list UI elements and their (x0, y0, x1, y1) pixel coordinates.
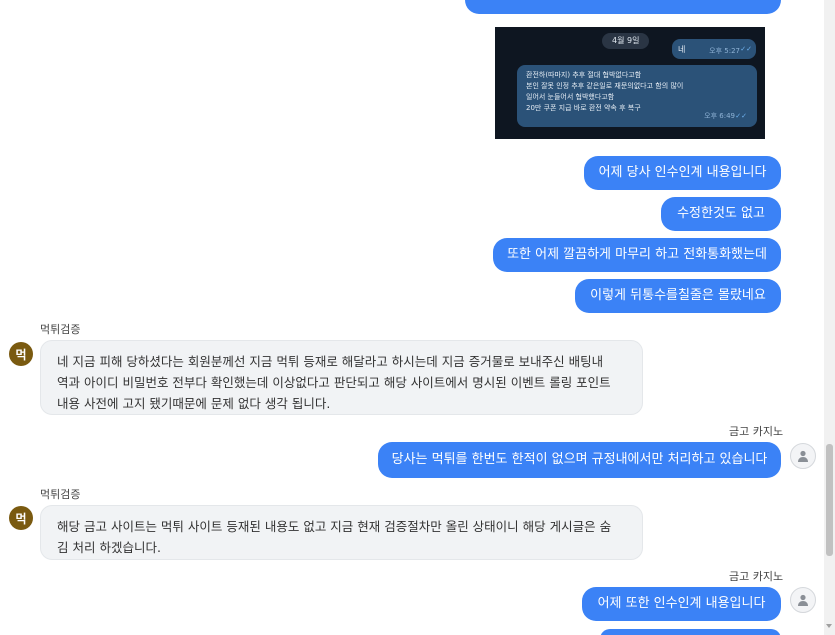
message-line: 역과 아이디 비밀번호 전부다 확인했는데 이상없다고 판단되고 해당 사이트에… (57, 375, 611, 390)
message-bubble-outgoing: 어제 당사 인수인계 내용입니다 (584, 156, 781, 190)
screenshot-message-2: 환전하(따마지) 추후 절대 협박없다고함 본인 잘못 인정 추후 같은일로 재… (517, 65, 757, 127)
double-check-icon: ✓✓ (740, 45, 752, 53)
screenshot-message-2-line: 본인 잘못 인정 추후 같은일로 재문의없다고 함의 많이 (526, 82, 684, 90)
avatar[interactable] (790, 443, 816, 469)
message-bubble-outgoing: 또한 어제 깔끔하게 마무리 하고 전화통화했는데 (493, 238, 781, 272)
double-check-icon: ✓✓ (735, 112, 747, 120)
message-bubble-outgoing: 어제 또한 인수인계 내용입니다 (582, 587, 781, 621)
sender-name: 금고 카지노 (729, 570, 784, 583)
message-bubble-outgoing: 수정한것도 없고 (661, 197, 781, 231)
message-bubble-incoming: 해당 금고 사이트는 먹튀 사이트 등재된 내용도 없고 지금 현재 검증절차만… (40, 505, 643, 560)
message-bubble-outgoing: 이렇게 뒤통수를칠줄은 몰랐네요 (575, 279, 781, 313)
screenshot-message-2-line: 일어서 눈들어서 협박했다고함 (526, 93, 615, 101)
screenshot-message-1: 네 오후 5:27 ✓✓ (672, 39, 756, 59)
screenshot-message-1-time: 오후 5:27 (709, 47, 740, 55)
message-bubble-incoming: 네 지금 피해 당하셨다는 회원분께선 지금 먹튀 등재로 해달라고 하시는데 … (40, 340, 643, 415)
screenshot-message-2-line: 환전하(따마지) 추후 절대 협박없다고함 (526, 71, 642, 79)
message-bubble-outgoing: 당사는 먹튀를 한번도 한적이 없으며 규정내에서만 처리하고 있습니다 (378, 442, 781, 478)
screenshot-date: 4월 9일 (602, 33, 650, 49)
message-bubble-partial (600, 629, 781, 635)
message-line: 내용 사전에 고지 됐기때문에 문제 없다 생각 됩니다. (57, 396, 331, 411)
message-line: 네 지금 피해 당하셨다는 회원분께선 지금 먹튀 등재로 해달라고 하시는데 … (57, 354, 604, 369)
scroll-down-arrow-icon[interactable] (826, 624, 832, 628)
avatar[interactable]: 먹 (9, 342, 33, 366)
user-icon (798, 594, 808, 606)
chat-area: 4월 9일 네 오후 5:27 ✓✓ 환전하(따마지) 추후 절대 협박없다고함… (0, 0, 835, 635)
avatar[interactable] (790, 587, 816, 613)
message-line: 김 처리 하겠습니다. (57, 540, 161, 555)
sender-name: 금고 카지노 (729, 425, 784, 438)
message-line: 해당 금고 사이트는 먹튀 사이트 등재된 내용도 없고 지금 현재 검증절차만… (57, 519, 612, 534)
sender-name: 먹튀검증 (40, 323, 81, 336)
screenshot-message-1-text: 네 (678, 45, 686, 54)
avatar[interactable]: 먹 (9, 506, 33, 530)
user-icon (798, 450, 808, 462)
screenshot-message-2-time: 오후 6:49 (704, 112, 735, 120)
scrollbar-thumb[interactable] (826, 444, 833, 556)
attached-screenshot[interactable]: 4월 9일 네 오후 5:27 ✓✓ 환전하(따마지) 추후 절대 협박없다고함… (495, 27, 765, 139)
sender-name: 먹튀검증 (40, 488, 81, 501)
message-bubble-partial (465, 0, 781, 14)
